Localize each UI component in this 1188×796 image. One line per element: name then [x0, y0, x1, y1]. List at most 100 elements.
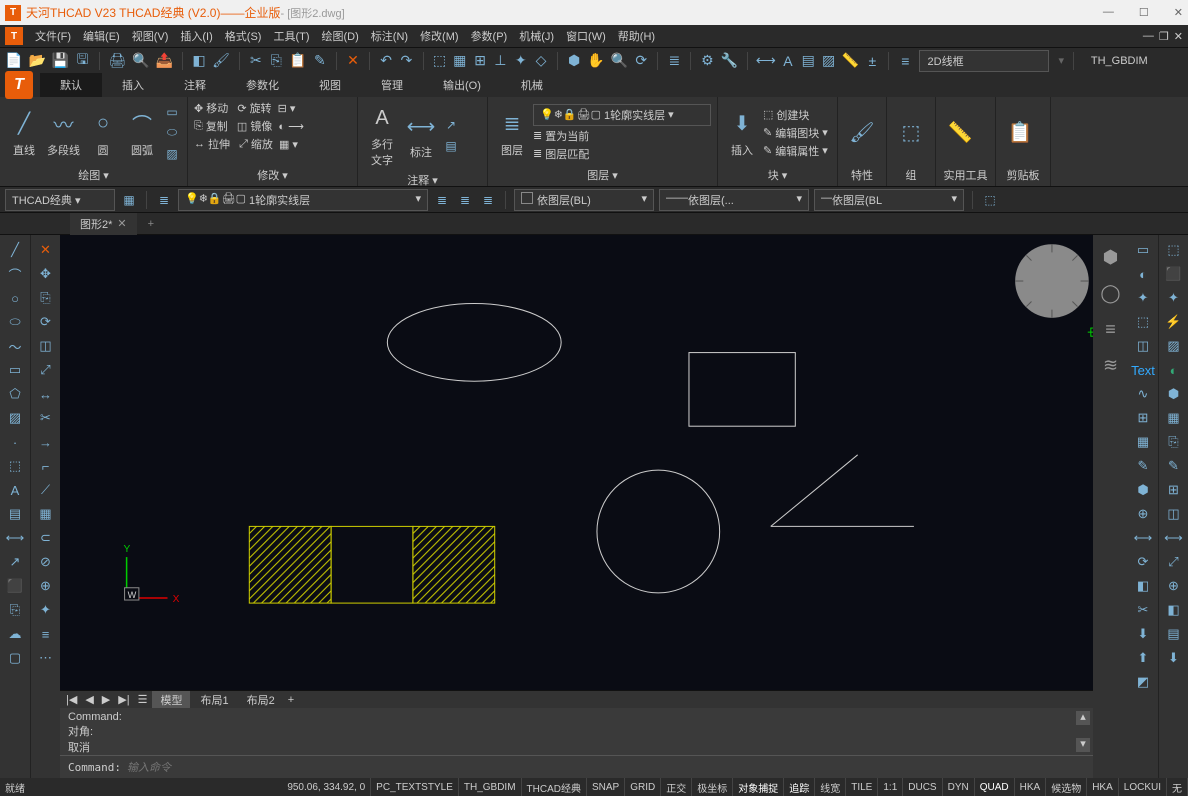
pan-icon[interactable]: ✋	[587, 52, 604, 70]
tool-rotate2[interactable]: ⟳	[36, 312, 56, 332]
rtool2-9[interactable]: ⎘	[1164, 432, 1184, 452]
rtool2-7[interactable]: ⬢	[1164, 384, 1184, 404]
menu-dim[interactable]: 标注(N)	[371, 28, 408, 44]
menu-insert[interactable]: 插入(I)	[180, 28, 212, 44]
tool-block[interactable]: ⬛	[5, 576, 25, 596]
polyline-button[interactable]: 〰多段线	[45, 106, 82, 160]
tool-move2[interactable]: ✥	[36, 264, 56, 284]
cmd-scroll-up[interactable]: ▴	[1076, 711, 1090, 725]
view-style-dropdown[interactable]: 2D线框	[919, 50, 1049, 72]
status-dyn[interactable]: DYN	[943, 778, 975, 796]
layeriso-icon[interactable]: ≣	[433, 191, 451, 209]
select-icon[interactable]: ⬚	[432, 52, 446, 70]
tab-parametric[interactable]: 参数化	[226, 73, 299, 97]
rtool2-2[interactable]: ⬛	[1164, 264, 1184, 284]
tab-mech[interactable]: 机械	[501, 73, 563, 97]
layout-first[interactable]: |◀	[63, 693, 80, 706]
tool-extend[interactable]: →	[36, 432, 56, 452]
rtool2-11[interactable]: ⊞	[1164, 480, 1184, 500]
create-block[interactable]: ⬚ 创建块	[763, 107, 828, 123]
tool-rect[interactable]: ▭	[5, 360, 25, 380]
layout-prev[interactable]: ◀	[82, 693, 96, 706]
menu-view[interactable]: 视图(V)	[132, 28, 169, 44]
tool-table[interactable]: ▤	[5, 504, 25, 524]
copy-icon[interactable]: ⎘	[269, 52, 283, 70]
util-button[interactable]: 📏	[942, 115, 978, 151]
status-scale[interactable]: 1:1	[878, 778, 903, 796]
rtool2-15[interactable]: ⊕	[1164, 576, 1184, 596]
new-icon[interactable]: 📄	[5, 52, 22, 70]
rtool-15[interactable]: ✂	[1133, 600, 1153, 620]
rtool-18[interactable]: ◩	[1133, 672, 1153, 692]
paste-icon[interactable]: 📋	[289, 52, 306, 70]
rtool-6[interactable]: ∿	[1133, 384, 1153, 404]
linetype-dropdown[interactable]: —— 依图层(... ▾	[659, 189, 809, 211]
rtool-8[interactable]: ▦	[1133, 432, 1153, 452]
clip-button[interactable]: 📋	[1002, 115, 1038, 151]
rtool-16[interactable]: ⬇	[1133, 624, 1153, 644]
props-panel-label[interactable]: 特性	[844, 165, 880, 183]
maximize-button[interactable]: ☐	[1139, 6, 1149, 19]
draw-panel-label[interactable]: 绘图 ▾	[6, 165, 181, 183]
rtool-12[interactable]: ⟷	[1133, 528, 1153, 548]
tool-cloud[interactable]: ☁	[5, 624, 25, 644]
snap-icon[interactable]: ⊞	[473, 52, 487, 70]
layer-dropdown[interactable]: 💡❄🔒🖨▢ 1轮廓实线层 ▾	[178, 189, 428, 211]
viewcube-icon[interactable]: ⬢	[1099, 245, 1123, 269]
move-button[interactable]: ✥ 移动 ⟳ 旋转 ⊟ ▾	[194, 100, 295, 116]
rtool-5[interactable]: ◫	[1133, 336, 1153, 356]
layout-2[interactable]: 布局2	[239, 691, 283, 709]
layer-button[interactable]: ≣图层	[494, 106, 530, 160]
mdi-close[interactable]: ✕	[1174, 30, 1183, 43]
tool-mirror2[interactable]: ◫	[36, 336, 56, 356]
layer-match[interactable]: ≣ 图层匹配	[533, 146, 589, 162]
layout-list[interactable]: ☰	[135, 693, 151, 706]
tab-default[interactable]: 默认	[40, 73, 102, 97]
tool-divide[interactable]: ⋯	[36, 648, 56, 668]
rtool-10[interactable]: ⬢	[1133, 480, 1153, 500]
leader-icon[interactable]: ↗	[442, 116, 460, 134]
undo-icon[interactable]: ↶	[379, 52, 393, 70]
dimstyle-dropdown[interactable]: TH_GBDIM	[1083, 53, 1183, 69]
layout-add[interactable]: +	[285, 694, 297, 706]
rtool-13[interactable]: ⟳	[1133, 552, 1153, 572]
tool-ellipse[interactable]: ⬭	[5, 312, 25, 332]
status-osnap[interactable]: 对象捕捉	[733, 778, 784, 796]
status-ortho[interactable]: 正交	[661, 778, 692, 796]
toggle-icon[interactable]: ±	[865, 52, 879, 70]
tool-wipe[interactable]: ▢	[5, 648, 25, 668]
open-icon[interactable]: 📂	[28, 52, 45, 70]
close-tab-icon[interactable]: ✕	[117, 217, 126, 230]
status-tile[interactable]: TILE	[846, 778, 878, 796]
tool-hatch[interactable]: ▨	[5, 408, 25, 428]
hatch2-icon[interactable]: ▨	[163, 145, 181, 163]
tab-output[interactable]: 输出(O)	[423, 73, 501, 97]
tab-view[interactable]: 视图	[299, 73, 361, 97]
modify-panel-label[interactable]: 修改 ▾	[194, 165, 351, 183]
layer-setcurrent[interactable]: ≣ 置为当前	[533, 128, 589, 144]
arc-button[interactable]: ⌒圆弧	[124, 106, 160, 160]
measure-icon[interactable]: 📏	[842, 52, 859, 70]
tab-insert[interactable]: 插入	[102, 73, 164, 97]
group-panel-label[interactable]: 组	[893, 165, 929, 183]
menu-draw[interactable]: 绘图(D)	[322, 28, 359, 44]
rtool-4[interactable]: ⬚	[1133, 312, 1153, 332]
tool-arc[interactable]: ⌒	[5, 264, 25, 284]
tool-erase[interactable]: ✕	[36, 240, 56, 260]
menu-format[interactable]: 格式(S)	[225, 28, 262, 44]
tool-poly[interactable]: ⬠	[5, 384, 25, 404]
3d-icon[interactable]: ⬢	[567, 52, 581, 70]
match-icon[interactable]: ✎	[313, 52, 327, 70]
tool-circle[interactable]: ○	[5, 288, 25, 308]
status-ws[interactable]: THCAD经典	[522, 778, 587, 796]
layerprops-icon[interactable]: ≣	[155, 191, 173, 209]
drawing-canvas[interactable]: X Y W	[60, 235, 1093, 690]
tool-region[interactable]: ⬚	[5, 456, 25, 476]
menu-help[interactable]: 帮助(H)	[618, 28, 655, 44]
cmd-scroll-down[interactable]: ▾	[1076, 738, 1090, 752]
status-hka[interactable]: HKA	[1015, 778, 1047, 796]
tool-dim2[interactable]: ⟷	[5, 528, 25, 548]
lineweight-dropdown[interactable]: — 依图层(BL ▾	[814, 189, 964, 211]
layout-last[interactable]: ▶|	[115, 693, 132, 706]
tools-icon[interactable]: 🔧	[721, 52, 738, 70]
